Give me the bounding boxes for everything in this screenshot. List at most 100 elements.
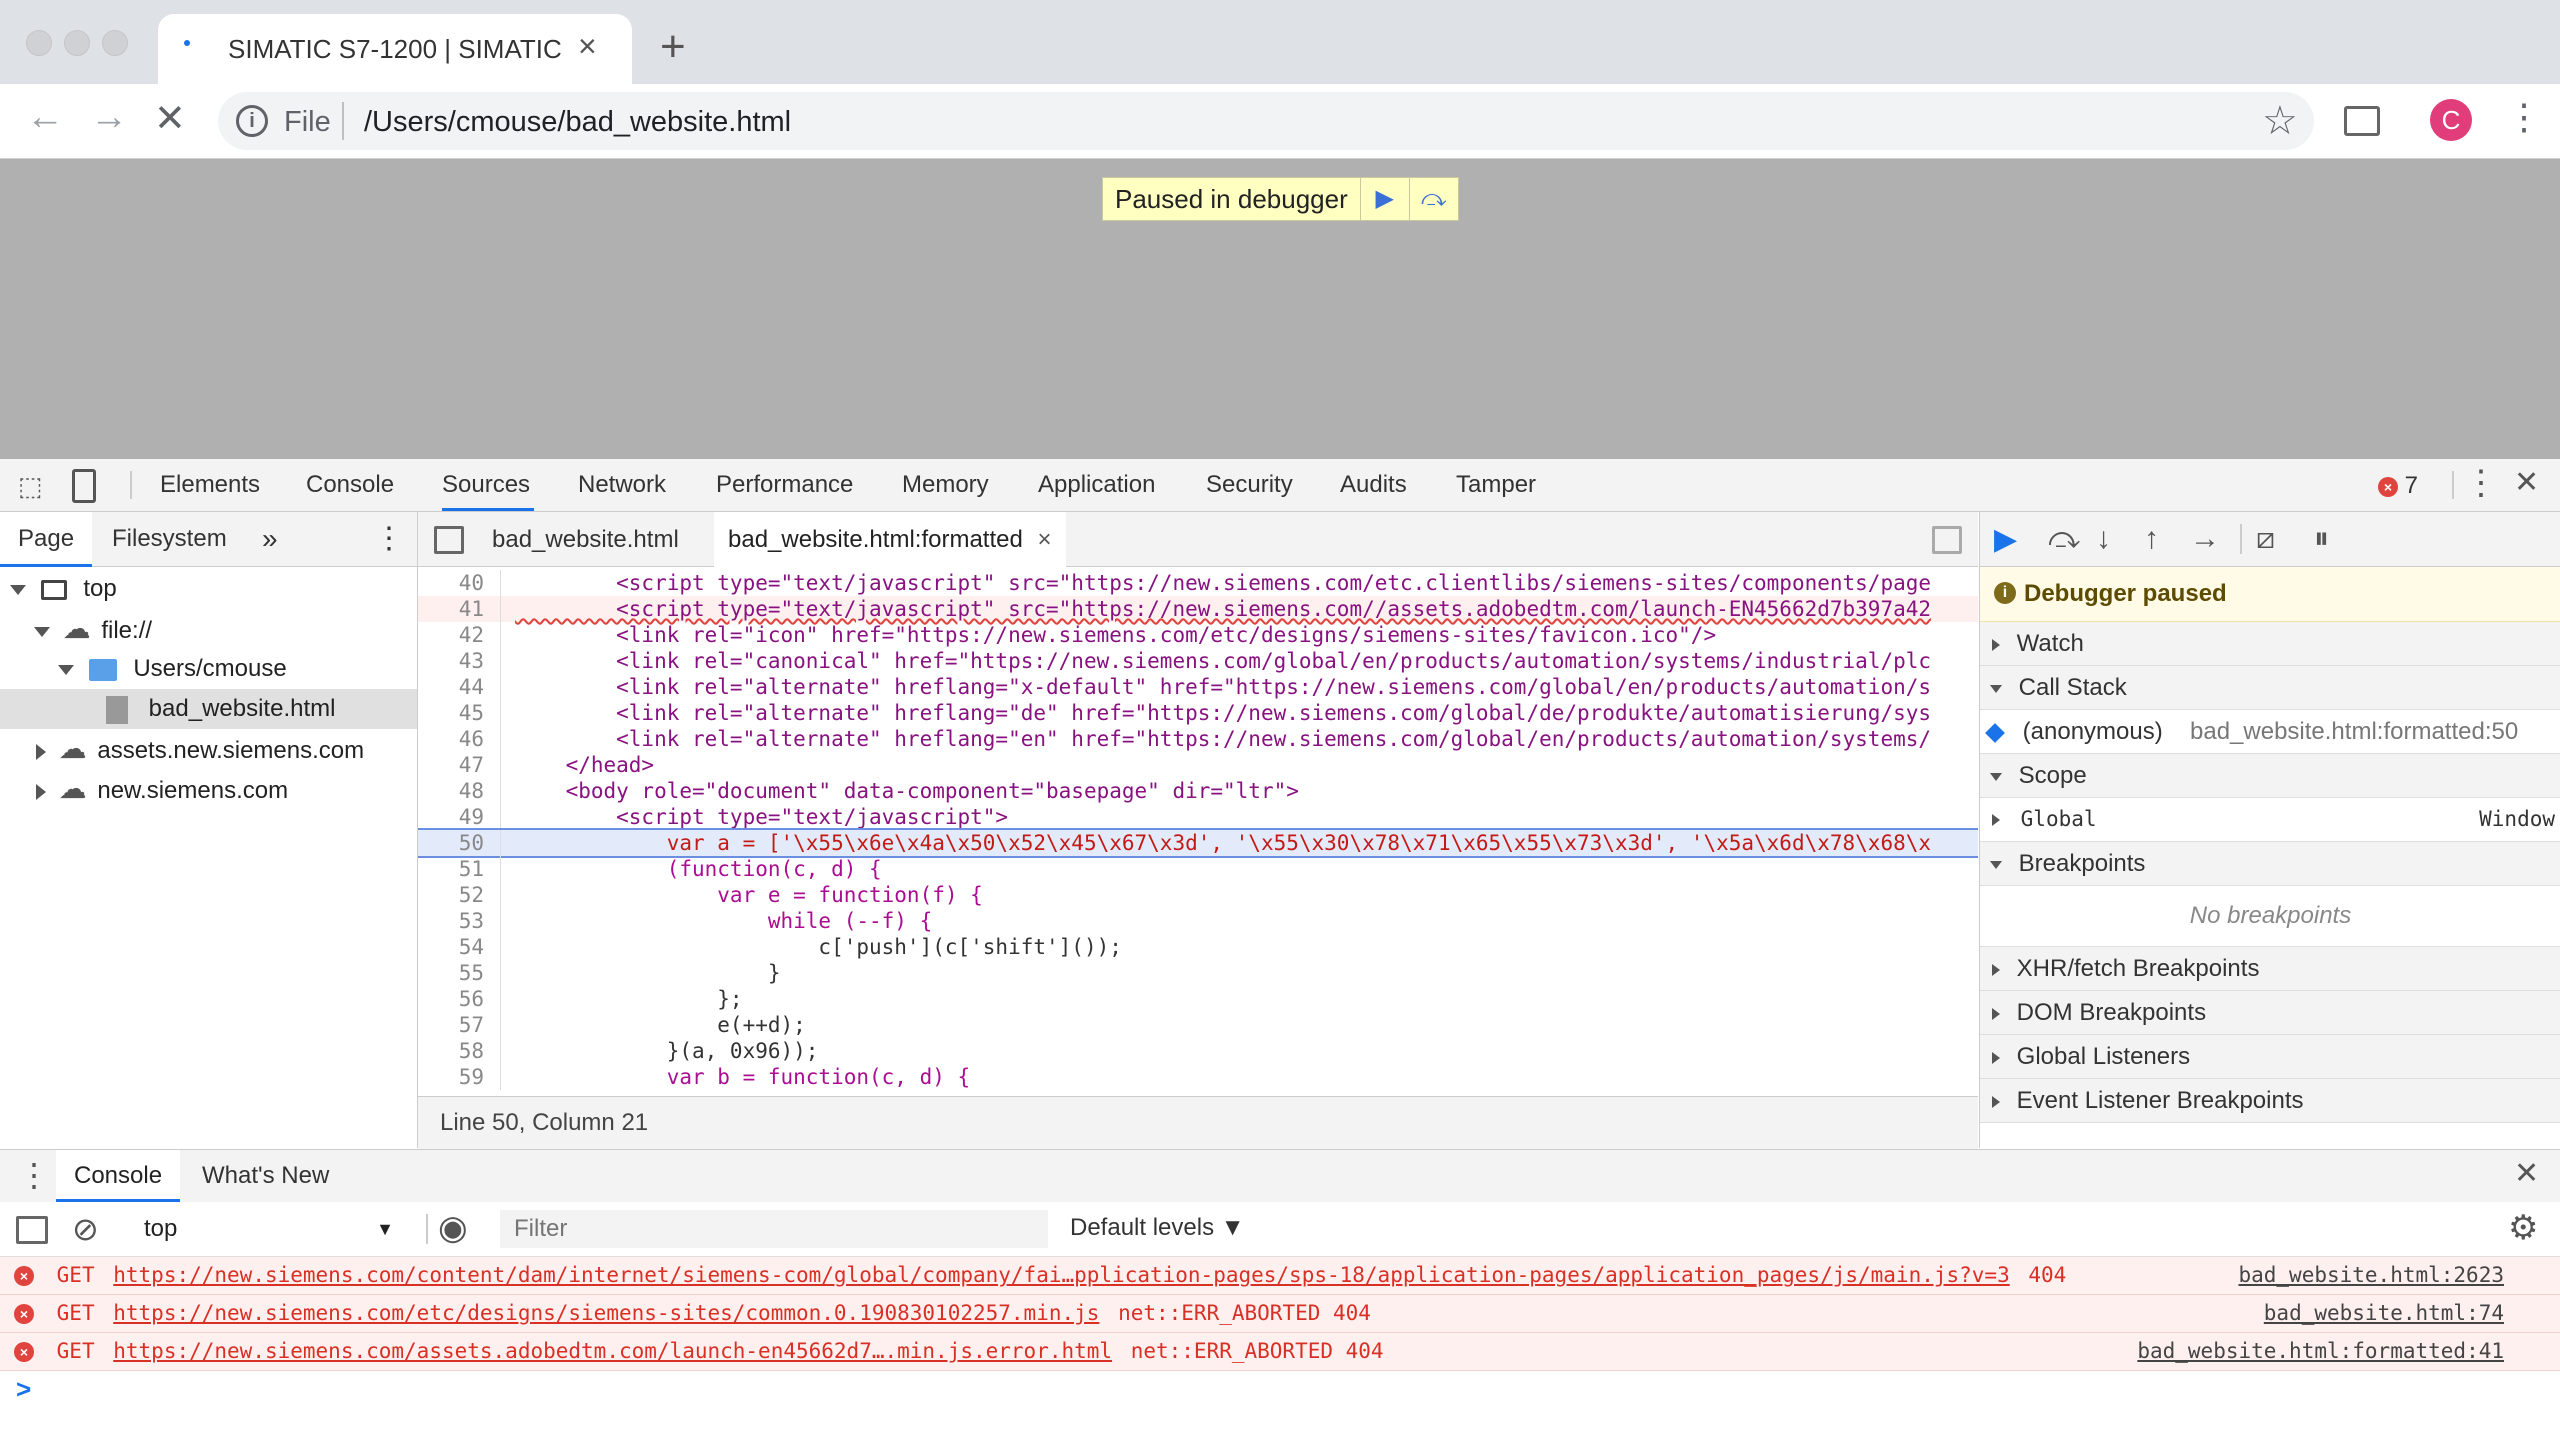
resume-icon[interactable]: ▶ xyxy=(1994,522,2017,557)
scope-global[interactable]: Global Window xyxy=(1980,798,2560,842)
drawer-tab-whats-new[interactable]: What's New xyxy=(202,1150,329,1202)
collapse-arrow-icon[interactable] xyxy=(1992,1051,2000,1064)
request-url-link[interactable]: https://new.siemens.com/assets.adobedtm.… xyxy=(113,1339,1112,1363)
browser-tab[interactable]: SIMATIC S7-1200 | SIMATIC Controllers × xyxy=(158,14,632,84)
code-area[interactable]: 40 <script type="text/javascript" src="h… xyxy=(418,570,1978,1090)
code-line[interactable]: 46 <link rel="alternate" hreflang="en" h… xyxy=(418,726,1978,752)
section-watch[interactable]: Watch xyxy=(1980,622,2560,666)
line-number[interactable]: 56 xyxy=(418,986,501,1012)
stop-loading-icon[interactable]: ✕ xyxy=(154,96,186,141)
section-call-stack[interactable]: Call Stack xyxy=(1980,666,2560,710)
line-number[interactable]: 54 xyxy=(418,934,501,960)
collapse-arrow-icon[interactable] xyxy=(1992,1007,2000,1020)
code-line[interactable]: 52 var e = function(f) { xyxy=(418,882,1978,908)
deactivate-breakpoints-icon[interactable]: ⧄ xyxy=(2256,522,2275,556)
expand-arrow-icon[interactable] xyxy=(58,664,74,675)
more-tabs-icon[interactable]: » xyxy=(262,512,278,566)
line-number[interactable]: 52 xyxy=(418,882,501,908)
code-line[interactable]: 54 c['push'](c['shift']()); xyxy=(418,934,1978,960)
code-line[interactable]: 45 <link rel="alternate" hreflang="de" h… xyxy=(418,700,1978,726)
request-url-link[interactable]: https://new.siemens.com/content/dam/inte… xyxy=(113,1263,2009,1287)
context-selector[interactable]: top ▼ xyxy=(124,1210,406,1248)
section-xhr-breakpoints[interactable]: XHR/fetch Breakpoints xyxy=(1980,947,2560,991)
expand-arrow-icon[interactable] xyxy=(10,584,26,595)
message-source-link[interactable]: bad_website.html:formatted:41 xyxy=(2137,1333,2504,1370)
editor-tab-source[interactable]: bad_website.html xyxy=(492,526,679,554)
tab-elements[interactable]: Elements xyxy=(160,459,260,511)
step-icon[interactable]: → xyxy=(2190,522,2220,556)
code-line[interactable]: 56 }; xyxy=(418,986,1978,1012)
line-number[interactable]: 41 xyxy=(418,596,501,622)
line-number[interactable]: 46 xyxy=(418,726,501,752)
section-global-listeners[interactable]: Global Listeners xyxy=(1980,1035,2560,1079)
drawer-menu-icon[interactable]: ⋮ xyxy=(18,1156,50,1194)
line-number[interactable]: 40 xyxy=(418,570,501,596)
line-number[interactable]: 47 xyxy=(418,752,501,778)
tab-page[interactable]: Page xyxy=(0,512,93,567)
line-number[interactable]: 50 xyxy=(418,830,501,856)
code-line-error[interactable]: 41 <script type="text/javascript" src="h… xyxy=(418,596,1978,622)
drawer-tab-console[interactable]: Console xyxy=(56,1150,181,1202)
collapse-arrow-icon[interactable] xyxy=(36,743,46,760)
console-prompt[interactable]: > xyxy=(16,1374,31,1405)
devtools-menu-icon[interactable]: ⋮ xyxy=(2464,463,2498,503)
tree-item-new-siemens[interactable]: ☁ new.siemens.com xyxy=(0,769,417,809)
toggle-navigator-icon[interactable] xyxy=(434,526,464,554)
back-arrow-icon[interactable]: ← xyxy=(26,96,64,139)
close-devtools-icon[interactable]: ✕ xyxy=(2514,465,2539,500)
new-tab-button[interactable]: + xyxy=(660,22,686,72)
line-number[interactable]: 59 xyxy=(418,1064,501,1090)
code-line[interactable]: 58 }(a, 0x96)); xyxy=(418,1038,1978,1064)
browser-menu-icon[interactable]: ⋮ xyxy=(2506,96,2542,138)
forward-arrow-icon[interactable]: → xyxy=(90,96,128,139)
filter-input[interactable] xyxy=(500,1210,1048,1248)
editor-tab-close-icon[interactable]: × xyxy=(1038,526,1052,553)
step-out-icon[interactable]: ↑ xyxy=(2144,522,2159,556)
line-number[interactable]: 53 xyxy=(418,908,501,934)
code-line[interactable]: 59 var b = function(c, d) { xyxy=(418,1064,1978,1090)
resume-icon[interactable]: ▶ xyxy=(1359,178,1409,220)
collapse-arrow-icon[interactable] xyxy=(1992,638,2000,651)
code-line[interactable]: 49 <script type="text/javascript"> xyxy=(418,804,1978,830)
tab-audits[interactable]: Audits xyxy=(1340,459,1407,511)
message-source-link[interactable]: bad_website.html:74 xyxy=(2264,1295,2504,1332)
code-line[interactable]: 53 while (--f) { xyxy=(418,908,1978,934)
message-source-link[interactable]: bad_website.html:2623 xyxy=(2238,1257,2504,1294)
maximize-window-button[interactable] xyxy=(102,30,128,56)
step-into-icon[interactable]: ↓ xyxy=(2096,522,2111,556)
call-frame[interactable]: (anonymous) bad_website.html:formatted:5… xyxy=(1980,710,2560,754)
tree-item-file[interactable]: ☁ file:// xyxy=(0,609,417,649)
tab-security[interactable]: Security xyxy=(1206,459,1293,511)
section-breakpoints[interactable]: Breakpoints xyxy=(1980,842,2560,886)
code-line[interactable]: 43 <link rel="canonical" href="https://n… xyxy=(418,648,1978,674)
log-levels-dropdown[interactable]: Default levels ▼ xyxy=(1070,1214,1245,1242)
expand-arrow-icon[interactable] xyxy=(34,626,50,637)
tab-sources[interactable]: Sources xyxy=(442,459,534,511)
collapse-arrow-icon[interactable] xyxy=(36,783,46,800)
tab-network[interactable]: Network xyxy=(578,459,666,511)
tab-performance[interactable]: Performance xyxy=(716,459,853,511)
line-number[interactable]: 45 xyxy=(418,700,501,726)
eye-icon[interactable]: ◉ xyxy=(438,1208,468,1248)
tree-item-top[interactable]: top xyxy=(0,569,417,609)
avatar[interactable]: C xyxy=(2430,99,2472,141)
address-bar[interactable]: i File /Users/cmouse/bad_website.html xyxy=(218,92,2314,150)
section-scope[interactable]: Scope xyxy=(1980,754,2560,798)
gear-icon[interactable]: ⚙ xyxy=(2508,1208,2538,1248)
code-line[interactable]: 47 </head> xyxy=(418,752,1978,778)
tab-close-button[interactable]: × xyxy=(578,28,597,65)
line-number[interactable]: 48 xyxy=(418,778,501,804)
minimize-window-button[interactable] xyxy=(64,30,90,56)
error-counter[interactable]: × 7 xyxy=(2378,472,2418,500)
close-window-button[interactable] xyxy=(26,30,52,56)
tab-application[interactable]: Application xyxy=(1038,459,1155,511)
collapse-arrow-icon[interactable] xyxy=(1992,814,2000,826)
tab-filesystem[interactable]: Filesystem xyxy=(112,512,227,566)
url-text[interactable]: /Users/cmouse/bad_website.html xyxy=(364,106,791,139)
tree-item-assets[interactable]: ☁ assets.new.siemens.com xyxy=(0,729,417,769)
close-drawer-icon[interactable]: ✕ xyxy=(2514,1156,2539,1191)
expand-arrow-icon[interactable] xyxy=(1990,772,2002,781)
code-line-current[interactable]: 50 var a = ['\x55\x6e\x4a\x50\x52\x45\x6… xyxy=(418,828,1978,858)
bookmark-star-icon[interactable]: ☆ xyxy=(2262,98,2298,144)
section-dom-breakpoints[interactable]: DOM Breakpoints xyxy=(1980,991,2560,1035)
